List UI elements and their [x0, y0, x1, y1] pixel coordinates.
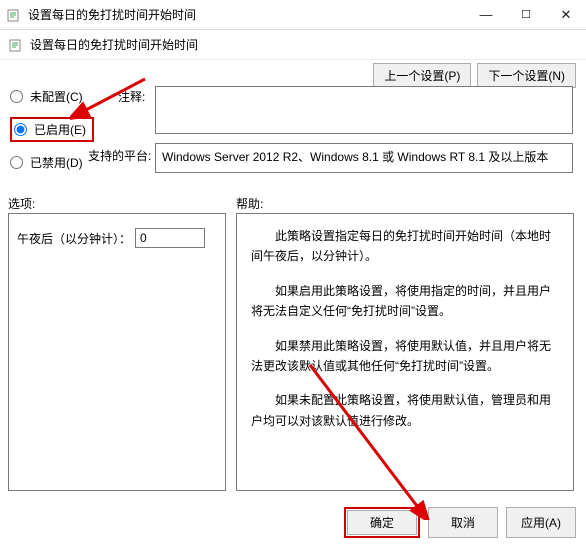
help-label: 帮助: — [236, 195, 263, 212]
help-p2: 如果启用此策略设置，将使用指定的时间，并且用户将无法自定义任何“免打扰时间”设置… — [251, 281, 559, 322]
maximize-button[interactable]: ☐ — [506, 0, 546, 29]
spinner-row: 午夜后（以分钟计）： — [17, 228, 217, 248]
prev-setting-button[interactable]: 上一个设置(P) — [373, 63, 471, 88]
policy-icon — [8, 37, 24, 53]
radio-disabled-input[interactable] — [10, 156, 23, 169]
options-label: 选项: — [8, 195, 35, 212]
platform-label: 支持的平台: — [88, 147, 151, 164]
policy-icon — [6, 7, 22, 23]
close-button[interactable]: ✕ — [546, 0, 586, 29]
radio-not-configured[interactable]: 未配置(C) — [10, 88, 94, 105]
help-p1: 此策略设置指定每日的免打扰时间开始时间（本地时间午夜后，以分钟计）。 — [251, 226, 559, 267]
nav-buttons: 上一个设置(P) 下一个设置(N) — [373, 63, 576, 88]
comment-textarea[interactable] — [155, 86, 573, 134]
radio-disabled[interactable]: 已禁用(D) — [10, 154, 94, 171]
help-panel: 此策略设置指定每日的免打扰时间开始时间（本地时间午夜后，以分钟计）。 如果启用此… — [236, 213, 574, 491]
state-radios: 未配置(C) 已启用(E) 已禁用(D) — [10, 88, 94, 171]
dialog-buttons: 确定 取消 应用(A) — [344, 507, 576, 538]
radio-enabled-label: 已启用(E) — [34, 121, 86, 138]
help-p3: 如果禁用此策略设置，将使用默认值，并且用户将无法更改该默认值或其他任何“免打扰时… — [251, 336, 559, 377]
platform-text: Windows Server 2012 R2、Windows 8.1 或 Win… — [162, 150, 548, 164]
subheader-title: 设置每日的免打扰时间开始时间 — [30, 36, 198, 53]
spinner-label: 午夜后（以分钟计）： — [17, 230, 131, 247]
titlebar: 设置每日的免打扰时间开始时间 — ☐ ✕ — [0, 0, 586, 30]
minimize-button[interactable]: — — [466, 0, 506, 29]
help-p4: 如果未配置此策略设置，将使用默认值，管理员和用户均可以对该默认值进行修改。 — [251, 390, 559, 431]
radio-enabled-input[interactable] — [14, 123, 27, 136]
comment-label: 注释: — [118, 88, 145, 105]
ok-button[interactable]: 确定 — [347, 510, 417, 535]
radio-enabled[interactable]: 已启用(E) — [14, 121, 86, 138]
platform-box: Windows Server 2012 R2、Windows 8.1 或 Win… — [155, 143, 573, 173]
window-controls: — ☐ ✕ — [466, 0, 586, 29]
cancel-button[interactable]: 取消 — [428, 507, 498, 538]
radio-not-configured-label: 未配置(C) — [30, 88, 83, 105]
options-panel: 午夜后（以分钟计）： — [8, 213, 226, 491]
radio-enabled-highlight: 已启用(E) — [10, 117, 94, 142]
ok-highlight: 确定 — [344, 507, 420, 538]
radio-disabled-label: 已禁用(D) — [30, 154, 83, 171]
window-title: 设置每日的免打扰时间开始时间 — [28, 6, 466, 23]
minutes-spinner[interactable] — [135, 228, 205, 248]
subheader: 设置每日的免打扰时间开始时间 — [0, 30, 586, 60]
radio-not-configured-input[interactable] — [10, 90, 23, 103]
next-setting-button[interactable]: 下一个设置(N) — [477, 63, 576, 88]
apply-button[interactable]: 应用(A) — [506, 507, 576, 538]
